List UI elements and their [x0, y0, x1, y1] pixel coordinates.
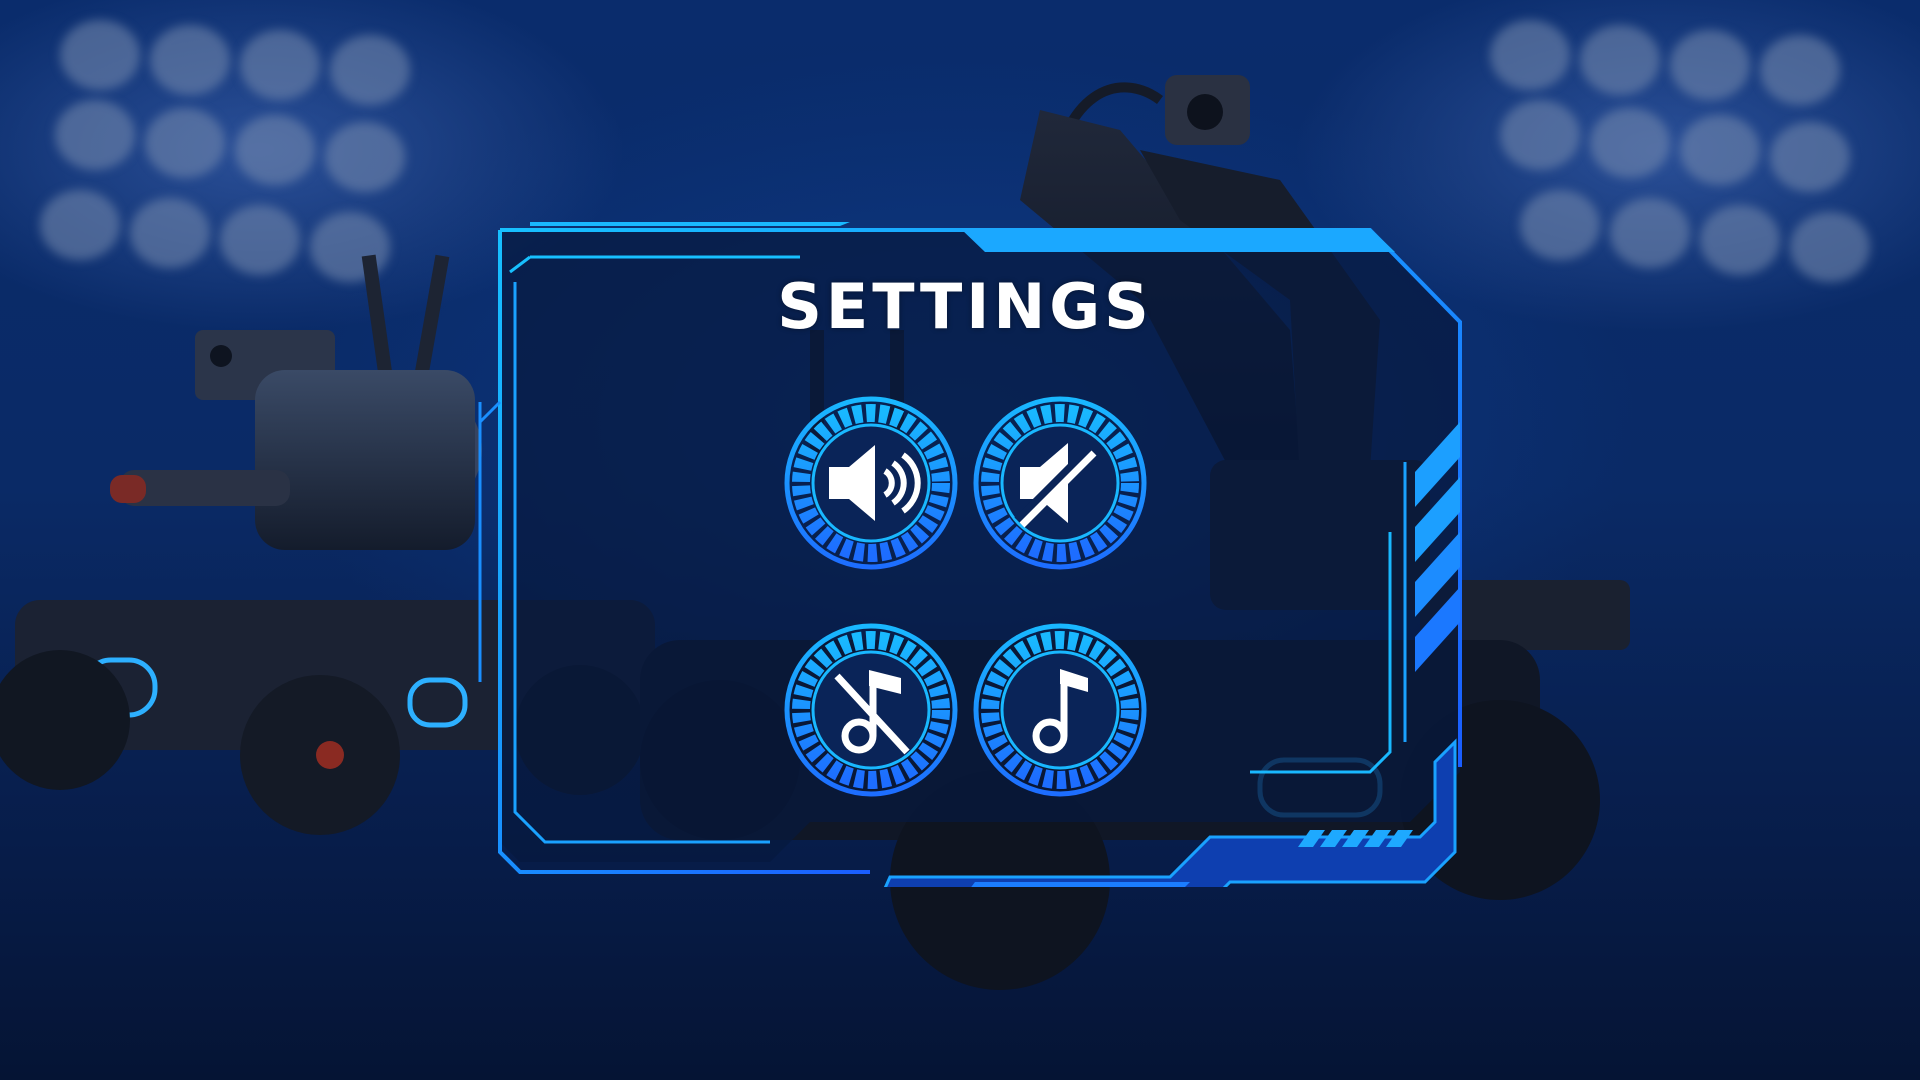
- music-off-icon: [834, 670, 910, 755]
- sound-off-button[interactable]: [972, 395, 1148, 571]
- sound-on-button[interactable]: [783, 395, 959, 571]
- settings-panel: SETTINGS: [470, 222, 1470, 887]
- game-background: SETTINGS: [0, 0, 1920, 1080]
- speaker-muted-icon: [1014, 443, 1097, 528]
- music-off-button[interactable]: [783, 622, 959, 798]
- speaker-on-icon: [829, 445, 921, 521]
- music-note-icon: [1032, 669, 1088, 754]
- settings-title: SETTINGS: [777, 270, 1153, 343]
- music-on-button[interactable]: [972, 622, 1148, 798]
